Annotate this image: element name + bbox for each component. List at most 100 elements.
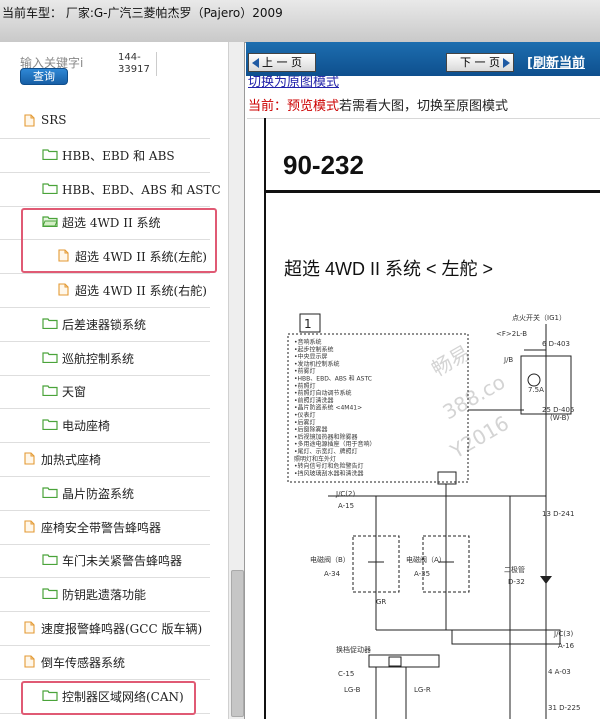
page-nav-bar: 上 一 页 下 一 页 [刷新当前 [246, 42, 600, 76]
diagram-label-actuator: 换档促动器 [336, 645, 371, 654]
current-mode-line: 当前：预览模式若需看大图，切换至原图模式 [248, 95, 508, 114]
diagram-label-f2: <F>2L-B [496, 330, 527, 338]
tree-item-label: 座椅安全带警告蜂鸣器 [41, 520, 162, 535]
legend-line: •前照灯自动调节系统 [294, 389, 352, 397]
tree-item[interactable]: SRS [0, 104, 210, 139]
legend-line: •挡风玻璃刮水器和清洗器 [294, 469, 364, 477]
next-page-label: 下 一 页 [460, 56, 500, 69]
diagram-label-valve_b: 电磁阀（B） [310, 555, 350, 564]
diagram-label-lgr: LG-R [414, 686, 431, 694]
tree-item-label: 电动座椅 [62, 419, 111, 434]
legend-line: •仪表灯 [294, 411, 316, 419]
legend-line: •前照灯 [294, 382, 316, 390]
tree-item[interactable]: 电动座椅 [0, 408, 210, 444]
legend-line: •发动机控制系统 [294, 360, 340, 368]
legend-line: •后视镜加热器和除雾器 [294, 433, 358, 441]
tree-item[interactable]: 速度报警蜂鸣器(GCC 版车辆) [0, 611, 210, 646]
folder-icon [42, 587, 58, 602]
next-page-button[interactable]: 下 一 页 [446, 53, 514, 72]
folder-icon [42, 351, 58, 366]
diagram-label-d241: 13 D-241 [542, 510, 574, 518]
diagram-label-a34: A-34 [324, 570, 341, 578]
refresh-current-link[interactable]: [刷新当前 [527, 52, 585, 71]
tree-item-label: 倒车传感器系统 [41, 655, 126, 670]
document-icon [24, 655, 35, 671]
tree-item-label: SRS [41, 113, 67, 127]
current-car-label: 当前车型： 厂家:G-广汽三菱帕杰罗（Pajero）2009 [2, 6, 283, 20]
tree-item[interactable]: 晶片防盗系统 [0, 476, 210, 511]
tree-item[interactable]: 车门未关紧警告蜂鸣器 [0, 543, 210, 579]
tree-item[interactable]: HBB、EBD 和 ABS [0, 138, 210, 173]
diagram-label-gr: GR [376, 598, 386, 606]
document-icon [24, 452, 35, 468]
page-divider [266, 190, 600, 193]
tree-item[interactable]: 巡航控制系统 [0, 341, 210, 376]
switch-original-mode-link[interactable]: 切换为原图模式 [248, 76, 339, 89]
sidebar-scrollbar[interactable] [228, 42, 244, 719]
folder-icon [42, 553, 58, 568]
tree-item[interactable]: 超选 4WD II 系统(右舵) [0, 273, 210, 308]
scrollbar-thumb[interactable] [231, 570, 244, 717]
page-number: 90-232 [283, 150, 364, 180]
legend-line: •音响系统 [294, 338, 322, 346]
mode-value: 预览模式 [287, 99, 340, 114]
legend-line: •后雾灯 [294, 418, 316, 426]
legend-line: •后窗除雾器 [294, 426, 328, 434]
code-line: 144- [118, 52, 141, 63]
tree-item[interactable]: 加热式座椅 [0, 442, 210, 477]
tree-item-label: 防钥匙遗落功能 [62, 588, 147, 603]
diagram-label-d225: 31 D-225 [548, 704, 580, 712]
tree-item-label: 巡航控制系统 [62, 351, 135, 366]
search-button[interactable]: 查询 [20, 68, 68, 85]
diode-symbol [540, 576, 552, 584]
code-display: 144- 33917 [118, 52, 157, 76]
diagram-label-a35: A-35 [414, 570, 430, 578]
document-icon [24, 520, 35, 536]
tree-item-label: 加热式座椅 [41, 453, 102, 467]
tree-item-label: HBB、EBD 和 ABS [62, 148, 175, 163]
diagram-label-fuse: 7.5A [528, 386, 544, 394]
legend-line: •前雾灯 [294, 367, 316, 375]
system-title: 超选 4WD II 系统 < 左舵 > [284, 259, 494, 279]
tree-item[interactable]: 座椅安全带警告蜂鸣器 [0, 510, 210, 545]
prev-page-button[interactable]: 上 一 页 [248, 53, 316, 72]
tree-item-label: 晶片防盗系统 [62, 486, 135, 501]
legend-line: •转向信号灯和危险警告灯 [294, 462, 364, 470]
top-bar: 当前车型： 厂家:G-广汽三菱帕杰罗（Pajero）2009 [0, 0, 600, 43]
wiring-diagram: 1 点火开关（IG1） <F>2L-B 6 D-403 J/B 7.5A (W-B)25 … [287, 313, 580, 719]
diagram-label-jb: J/B [503, 356, 513, 364]
arrow-right-icon [503, 58, 510, 68]
legend-line: •晶片防盗系统 <4M41> [294, 404, 362, 412]
legend-line: 照明灯和车外灯 [294, 455, 336, 463]
mode-prefix: 当前： [248, 99, 288, 114]
diagram-label-a16: A-16 [558, 642, 575, 650]
diagram-label-a15: A-15 [338, 502, 354, 510]
tree-item[interactable]: 倒车传感器系统 [0, 645, 210, 680]
diagram-label-jc3: J/C(3) [553, 630, 573, 638]
tree-item[interactable]: 防钥匙遗落功能 [0, 577, 210, 613]
diagram-label-d32: D-32 [508, 578, 525, 586]
sidebar: 输入关键字i 查询 144- 33917 SRS HBB、EBD 和 ABS HBB… [0, 42, 245, 719]
diagram-label-c15: C-15 [338, 670, 354, 678]
legend-line: •前照灯清洗器 [294, 396, 334, 404]
diagram-label-d403: 6 D-403 [542, 340, 570, 348]
document-icon [58, 283, 69, 299]
diagram-label-d405: 25 D-405 [542, 406, 574, 414]
folder-icon [42, 384, 58, 399]
folder-icon [42, 317, 58, 332]
tree-item-label: 速度报警蜂鸣器(GCC 版车辆) [41, 622, 203, 636]
prev-page-label: 上 一 页 [262, 56, 302, 69]
folder-icon [42, 148, 58, 163]
tree-item[interactable]: HBB、EBD、ABS 和 ASTC [0, 172, 221, 207]
tree-item-label: HBB、EBD、ABS 和 ASTC [62, 182, 221, 197]
legend-line: •多用途电源插座（用于音响） [294, 440, 376, 448]
diagram-label-ignition: 点火开关（IG1） [512, 313, 566, 322]
legend-line: •中央显示屏 [294, 353, 328, 361]
tree-item[interactable]: 天窗 [0, 374, 210, 410]
folder-icon [42, 182, 58, 197]
diagram-label-diode: 二极管 [504, 565, 525, 574]
tree-item-label: 超选 4WD II 系统(右舵) [75, 284, 207, 298]
tree-item[interactable]: 后差速器锁系统 [0, 307, 210, 342]
diagram-label-jc: J/C(2) [335, 490, 355, 498]
folder-icon [42, 418, 58, 433]
